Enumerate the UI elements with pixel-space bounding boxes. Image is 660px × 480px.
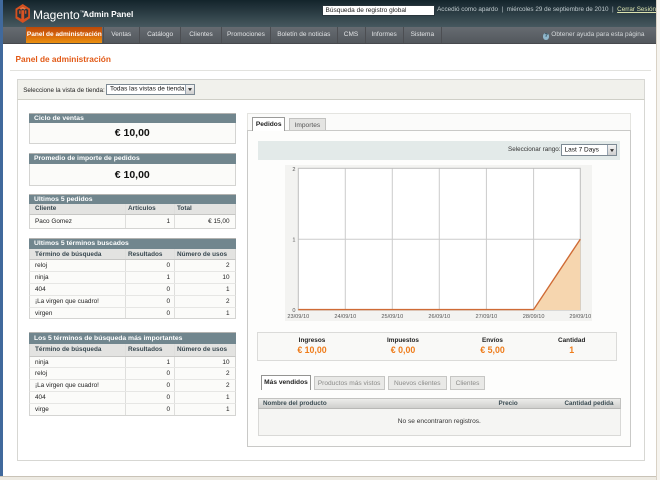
svg-text:2: 2 — [292, 167, 295, 173]
svg-text:25/09/10: 25/09/10 — [381, 314, 403, 320]
svg-text:1: 1 — [292, 238, 295, 244]
svg-text:28/09/10: 28/09/10 — [523, 314, 545, 320]
svg-text:26/09/10: 26/09/10 — [428, 314, 450, 320]
svg-text:27/09/10: 27/09/10 — [476, 314, 498, 320]
svg-text:23/09/10: 23/09/10 — [287, 314, 309, 320]
svg-text:24/09/10: 24/09/10 — [334, 314, 356, 320]
svg-text:29/09/10: 29/09/10 — [569, 314, 591, 320]
